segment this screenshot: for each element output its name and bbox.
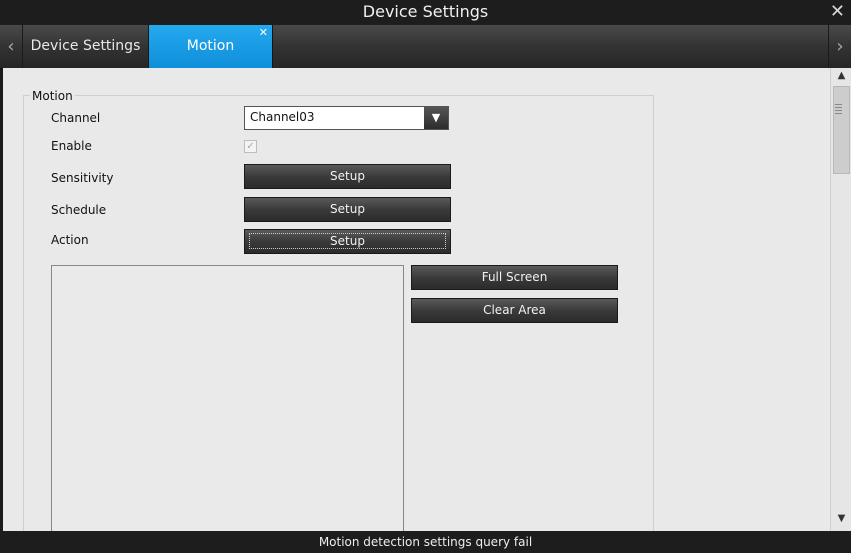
motion-group-label: Motion bbox=[30, 89, 75, 103]
clear-area-button[interactable]: Clear Area bbox=[411, 298, 618, 323]
tab-bar: ‹ Device Settings Motion ✕ › bbox=[0, 25, 851, 69]
dropdown-arrow-icon[interactable]: ▼ bbox=[424, 107, 448, 129]
schedule-setup-button[interactable]: Setup bbox=[244, 197, 451, 222]
full-screen-button[interactable]: Full Screen bbox=[411, 265, 618, 290]
sensitivity-label: Sensitivity bbox=[51, 171, 114, 185]
window-title: Device Settings bbox=[362, 2, 489, 21]
chevron-left-icon[interactable]: ‹ bbox=[0, 25, 23, 68]
chevron-right-icon[interactable]: › bbox=[828, 25, 851, 68]
scrollbar-thumb[interactable] bbox=[833, 86, 850, 174]
motion-area-grid[interactable] bbox=[51, 265, 404, 537]
scroll-grip-icon bbox=[835, 104, 842, 105]
enable-checkbox[interactable]: ✓ bbox=[244, 140, 257, 153]
action-label: Action bbox=[51, 233, 89, 247]
channel-select-value: Channel03 bbox=[250, 110, 315, 124]
action-setup-label: Setup bbox=[249, 233, 446, 249]
vertical-scrollbar[interactable]: ▲ ▼ bbox=[830, 68, 851, 531]
enable-label: Enable bbox=[51, 139, 92, 153]
title-bar: Device Settings ✕ bbox=[0, 0, 851, 25]
schedule-label: Schedule bbox=[51, 203, 107, 217]
status-bar: Motion detection settings query fail bbox=[0, 531, 851, 553]
scroll-down-icon[interactable]: ▼ bbox=[831, 513, 851, 529]
settings-panel: Motion Channel Channel03 ▼ Enable ✓ Sens… bbox=[3, 68, 830, 547]
tab-device-settings[interactable]: Device Settings bbox=[23, 25, 149, 68]
action-setup-button[interactable]: Setup bbox=[244, 229, 451, 254]
sensitivity-setup-button[interactable]: Setup bbox=[244, 164, 451, 189]
tab-motion-label: Motion bbox=[186, 38, 235, 54]
scroll-up-icon[interactable]: ▲ bbox=[831, 70, 851, 86]
tab-close-icon[interactable]: ✕ bbox=[259, 11, 268, 54]
channel-label: Channel bbox=[51, 111, 101, 125]
status-message: Motion detection settings query fail bbox=[318, 535, 533, 549]
channel-select[interactable]: Channel03 ▼ bbox=[244, 106, 449, 130]
tab-motion[interactable]: Motion ✕ bbox=[149, 25, 273, 68]
close-icon[interactable]: ✕ bbox=[830, 1, 845, 22]
